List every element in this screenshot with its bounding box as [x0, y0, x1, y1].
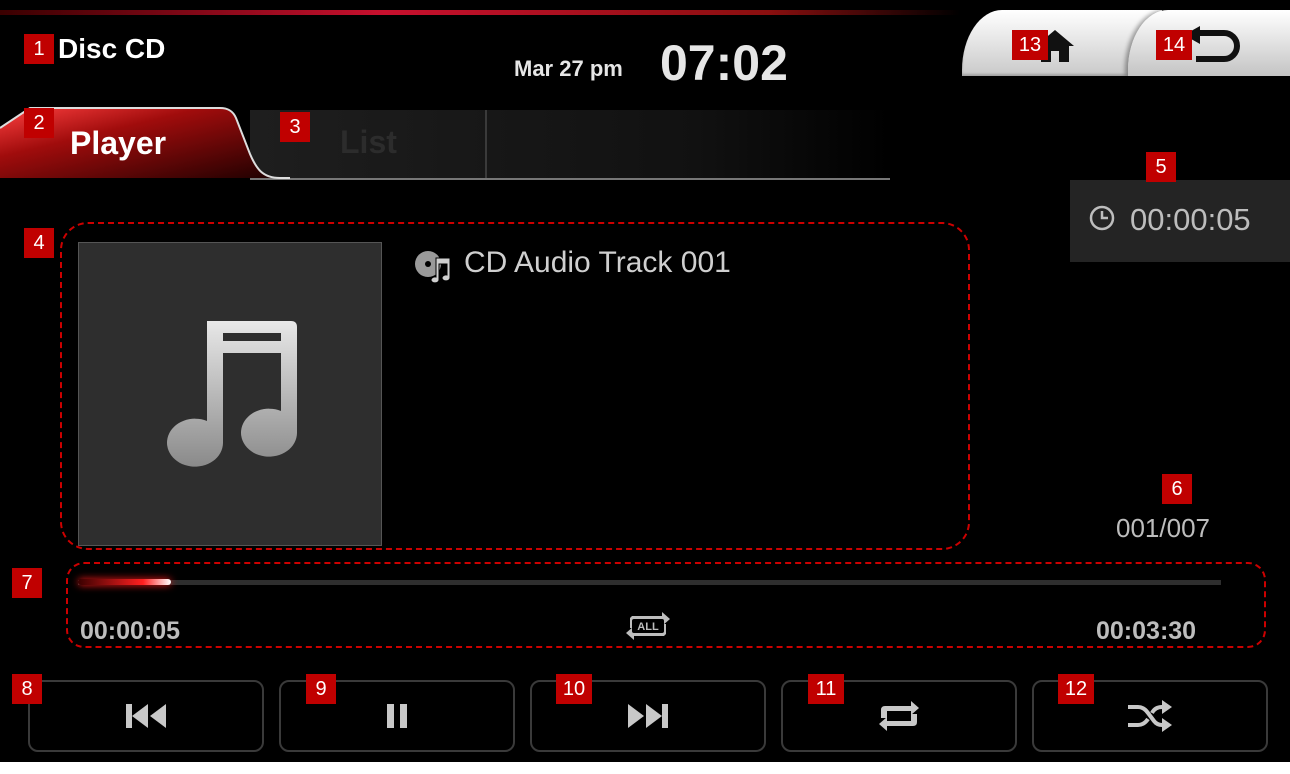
app-title: Disc CD	[58, 33, 166, 64]
annotation-badge: 1	[24, 34, 54, 64]
annotation-badge: 9	[306, 674, 336, 704]
pause-icon	[387, 704, 407, 728]
music-note-icon	[167, 321, 297, 467]
track-index: 001/007	[1116, 513, 1210, 543]
total-time: 00:03:30	[1096, 617, 1197, 645]
skip-next-icon	[628, 704, 668, 728]
tab-player-label: Player	[70, 125, 167, 161]
date-label: Mar 27 pm	[514, 56, 623, 81]
back-button[interactable]	[1128, 10, 1290, 76]
repeat-all-icon: ALL	[626, 612, 670, 640]
tab-list-label: List	[340, 124, 397, 160]
track-title: CD Audio Track 001	[464, 246, 731, 279]
album-art	[78, 242, 382, 546]
repeat-icon	[879, 701, 919, 731]
progress-bar[interactable]	[78, 580, 1221, 585]
annotation-badge: 8	[12, 674, 42, 704]
annotation-badge: 3	[280, 112, 310, 142]
annotation-badge: 7	[12, 568, 42, 598]
annotation-badge: 14	[1156, 30, 1192, 60]
elapsed-time: 00:00:05	[80, 617, 181, 645]
svg-text:ALL: ALL	[637, 621, 659, 633]
shuffle-icon	[1128, 700, 1172, 732]
annotation-badge: 10	[556, 674, 592, 704]
annotation-badge: 13	[1012, 30, 1048, 60]
progress-bar-fill	[78, 579, 172, 585]
skip-previous-icon	[126, 704, 166, 728]
tab-list[interactable]: List	[250, 110, 890, 180]
clock-time: 07:02	[660, 35, 788, 91]
play-timer-value: 00:00:05	[1130, 202, 1251, 237]
cd-player-screen: Disc CD Mar 27 pm 07:02 List Player 00:0…	[0, 0, 1290, 762]
annotation-badge: 5	[1146, 152, 1176, 182]
header-accent-line	[0, 10, 960, 15]
annotation-badge: 4	[24, 228, 54, 258]
tab-divider	[485, 110, 487, 178]
annotation-badge: 2	[24, 108, 54, 138]
previous-track-button[interactable]	[28, 680, 264, 752]
disc-music-icon	[415, 251, 451, 284]
annotation-badge: 12	[1058, 674, 1094, 704]
annotation-badge: 6	[1162, 474, 1192, 504]
clock-icon	[1089, 205, 1115, 231]
annotation-badge: 11	[808, 674, 844, 704]
